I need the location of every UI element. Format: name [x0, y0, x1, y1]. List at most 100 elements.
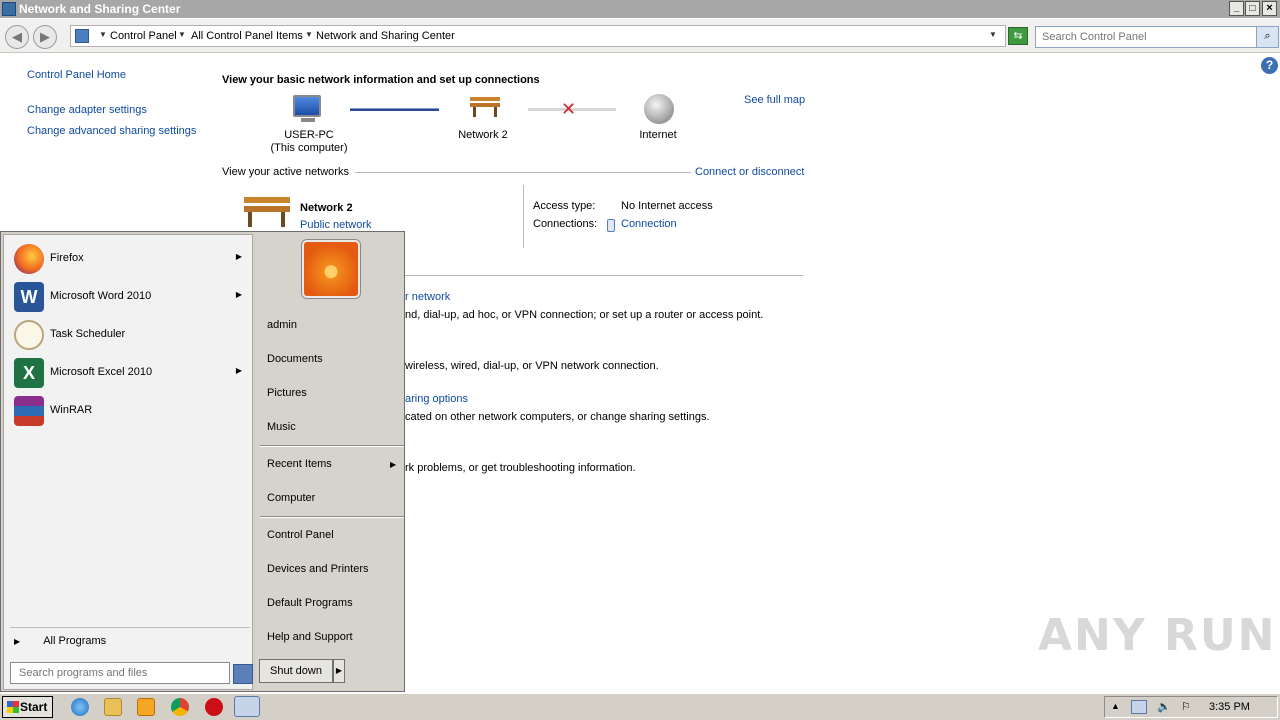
search-icon[interactable]: ⌕	[1256, 27, 1278, 47]
start-default-programs[interactable]: Default Programs	[267, 597, 353, 609]
start-button[interactable]: Start	[2, 696, 53, 718]
start-menu: Firefox ▶ W Microsoft Word 2010 ▶ Task S…	[0, 231, 405, 692]
connect-description: wireless, wired, dial-up, or VPN network…	[405, 360, 659, 372]
start-control-panel[interactable]: Control Panel	[267, 529, 334, 541]
volume-icon[interactable]: 🔈	[1157, 700, 1171, 713]
setup-description: nd, dial-up, ad hoc, or VPN connection; …	[405, 309, 764, 321]
bench-icon	[470, 97, 500, 117]
anyrun-watermark: ANY RUN	[1038, 610, 1277, 661]
divider	[260, 445, 404, 447]
connection-link[interactable]: Connection	[621, 218, 677, 230]
program-task-scheduler[interactable]: Task Scheduler	[12, 318, 248, 352]
breadcrumb-all-items[interactable]: All Control Panel Items	[191, 30, 303, 42]
arrow-right-icon: ▶	[14, 637, 21, 646]
chevron-down-icon[interactable]: ▼	[99, 30, 107, 39]
search-field[interactable]: ⌕	[1035, 26, 1279, 48]
start-devices-printers[interactable]: Devices and Printers	[267, 563, 369, 575]
program-excel[interactable]: X Microsoft Excel 2010 ▶	[12, 356, 248, 390]
breadcrumb[interactable]: ▼ Control Panel ▼ All Control Panel Item…	[70, 25, 1006, 47]
search-input[interactable]	[1040, 30, 1250, 44]
show-hidden-icons-icon[interactable]: ▲	[1111, 701, 1120, 711]
avatar[interactable]	[302, 240, 360, 298]
program-winrar[interactable]: WinRAR	[12, 394, 248, 428]
network-center-taskbar-button[interactable]	[234, 696, 260, 717]
start-user-admin[interactable]: admin	[267, 319, 297, 331]
shutdown-button[interactable]: Shut down	[259, 659, 333, 683]
divider	[355, 172, 691, 173]
media-player-icon[interactable]	[137, 698, 155, 716]
address-bar: ◀ ▶ ▼ Control Panel ▼ All Control Panel …	[0, 19, 1280, 53]
divider	[10, 627, 250, 628]
maximize-button[interactable]: □	[1245, 1, 1260, 16]
chevron-down-icon[interactable]: ▼	[178, 30, 186, 39]
network-type-link[interactable]: Public network	[300, 219, 372, 231]
control-panel-home-link[interactable]: Control Panel Home	[27, 69, 126, 81]
change-adapter-settings-link[interactable]: Change adapter settings	[27, 104, 147, 116]
all-programs-button[interactable]: ▶ All Programs	[14, 635, 106, 647]
start-documents[interactable]: Documents	[267, 353, 323, 365]
minimize-button[interactable]: _	[1229, 1, 1244, 16]
map-computer-name: USER-PC	[284, 129, 334, 141]
forward-button[interactable]: ▶	[33, 25, 57, 49]
submenu-arrow-icon: ▶	[390, 460, 397, 469]
chevron-down-icon[interactable]: ▼	[305, 30, 313, 39]
network-center-icon	[2, 2, 16, 16]
map-network-name: Network 2	[458, 129, 508, 141]
divider	[523, 185, 524, 248]
connect-or-disconnect-link[interactable]: Connect or disconnect	[695, 166, 804, 178]
program-word[interactable]: W Microsoft Word 2010 ▶	[12, 280, 248, 314]
start-menu-places: admin Documents Pictures Music Recent It…	[256, 232, 404, 691]
refresh-button[interactable]: ⇆	[1008, 27, 1028, 45]
breadcrumb-control-panel[interactable]: Control Panel	[110, 30, 177, 42]
start-computer[interactable]: Computer	[267, 492, 315, 504]
start-recent-items[interactable]: Recent Items	[267, 458, 332, 470]
change-advanced-sharing-link[interactable]: Change advanced sharing settings	[27, 125, 196, 137]
start-help-support[interactable]: Help and Support	[267, 631, 353, 643]
error-x-icon[interactable]: ✕	[561, 99, 576, 119]
arrow-left-icon: ◀	[12, 29, 22, 44]
divider	[405, 275, 803, 276]
computer-icon	[293, 95, 321, 117]
chrome-icon[interactable]	[171, 698, 189, 716]
explorer-folder-icon[interactable]	[104, 698, 122, 716]
shutdown-options-button[interactable]: ▶	[333, 659, 345, 683]
clock-icon	[14, 320, 44, 350]
breadcrumb-network-center[interactable]: Network and Sharing Center	[316, 30, 455, 42]
clock[interactable]: 3:35 PM	[1209, 701, 1250, 713]
start-search-input[interactable]	[17, 666, 217, 680]
map-link-connected	[350, 108, 439, 111]
refresh-icon: ⇆	[1013, 30, 1023, 42]
back-button[interactable]: ◀	[5, 25, 29, 49]
firefox-icon	[14, 244, 44, 274]
start-pictures[interactable]: Pictures	[267, 387, 307, 399]
excel-icon: X	[14, 358, 44, 388]
title-bar	[0, 0, 1280, 18]
help-icon[interactable]: ?	[1261, 57, 1278, 74]
control-panel-icon	[75, 29, 89, 43]
map-internet: Internet	[639, 129, 677, 141]
history-dropdown-icon[interactable]: ▼	[989, 30, 997, 39]
taskbar: Start ▲ 🔈 ⚐ 3:35 PM	[0, 693, 1280, 720]
sharing-description: cated on other network computers, or cha…	[405, 411, 710, 423]
network-bench-icon	[244, 197, 290, 227]
submenu-arrow-icon: ▶	[235, 366, 242, 375]
setup-new-connection-link[interactable]: r network	[405, 291, 450, 303]
search-icon[interactable]	[233, 664, 253, 684]
network-tray-icon[interactable]	[1131, 700, 1147, 714]
internet-explorer-icon[interactable]	[71, 698, 89, 716]
page-title: View your basic network information and …	[222, 74, 540, 86]
action-center-flag-icon[interactable]: ⚐	[1181, 700, 1191, 713]
start-music[interactable]: Music	[267, 421, 296, 433]
access-type-label: Access type:	[533, 200, 596, 212]
connection-plug-icon	[607, 219, 615, 232]
access-type-value: No Internet access	[621, 200, 713, 212]
active-networks-label: View your active networks	[222, 166, 349, 178]
opera-icon[interactable]	[205, 698, 223, 716]
program-firefox[interactable]: Firefox ▶	[12, 242, 248, 276]
homegroup-sharing-link[interactable]: aring options	[405, 393, 468, 405]
system-tray: ▲ 🔈 ⚐	[1104, 696, 1278, 718]
see-full-map-link[interactable]: See full map	[744, 94, 805, 106]
start-search-field[interactable]	[10, 662, 230, 684]
winrar-icon	[14, 396, 44, 426]
close-button[interactable]: ×	[1262, 1, 1277, 16]
